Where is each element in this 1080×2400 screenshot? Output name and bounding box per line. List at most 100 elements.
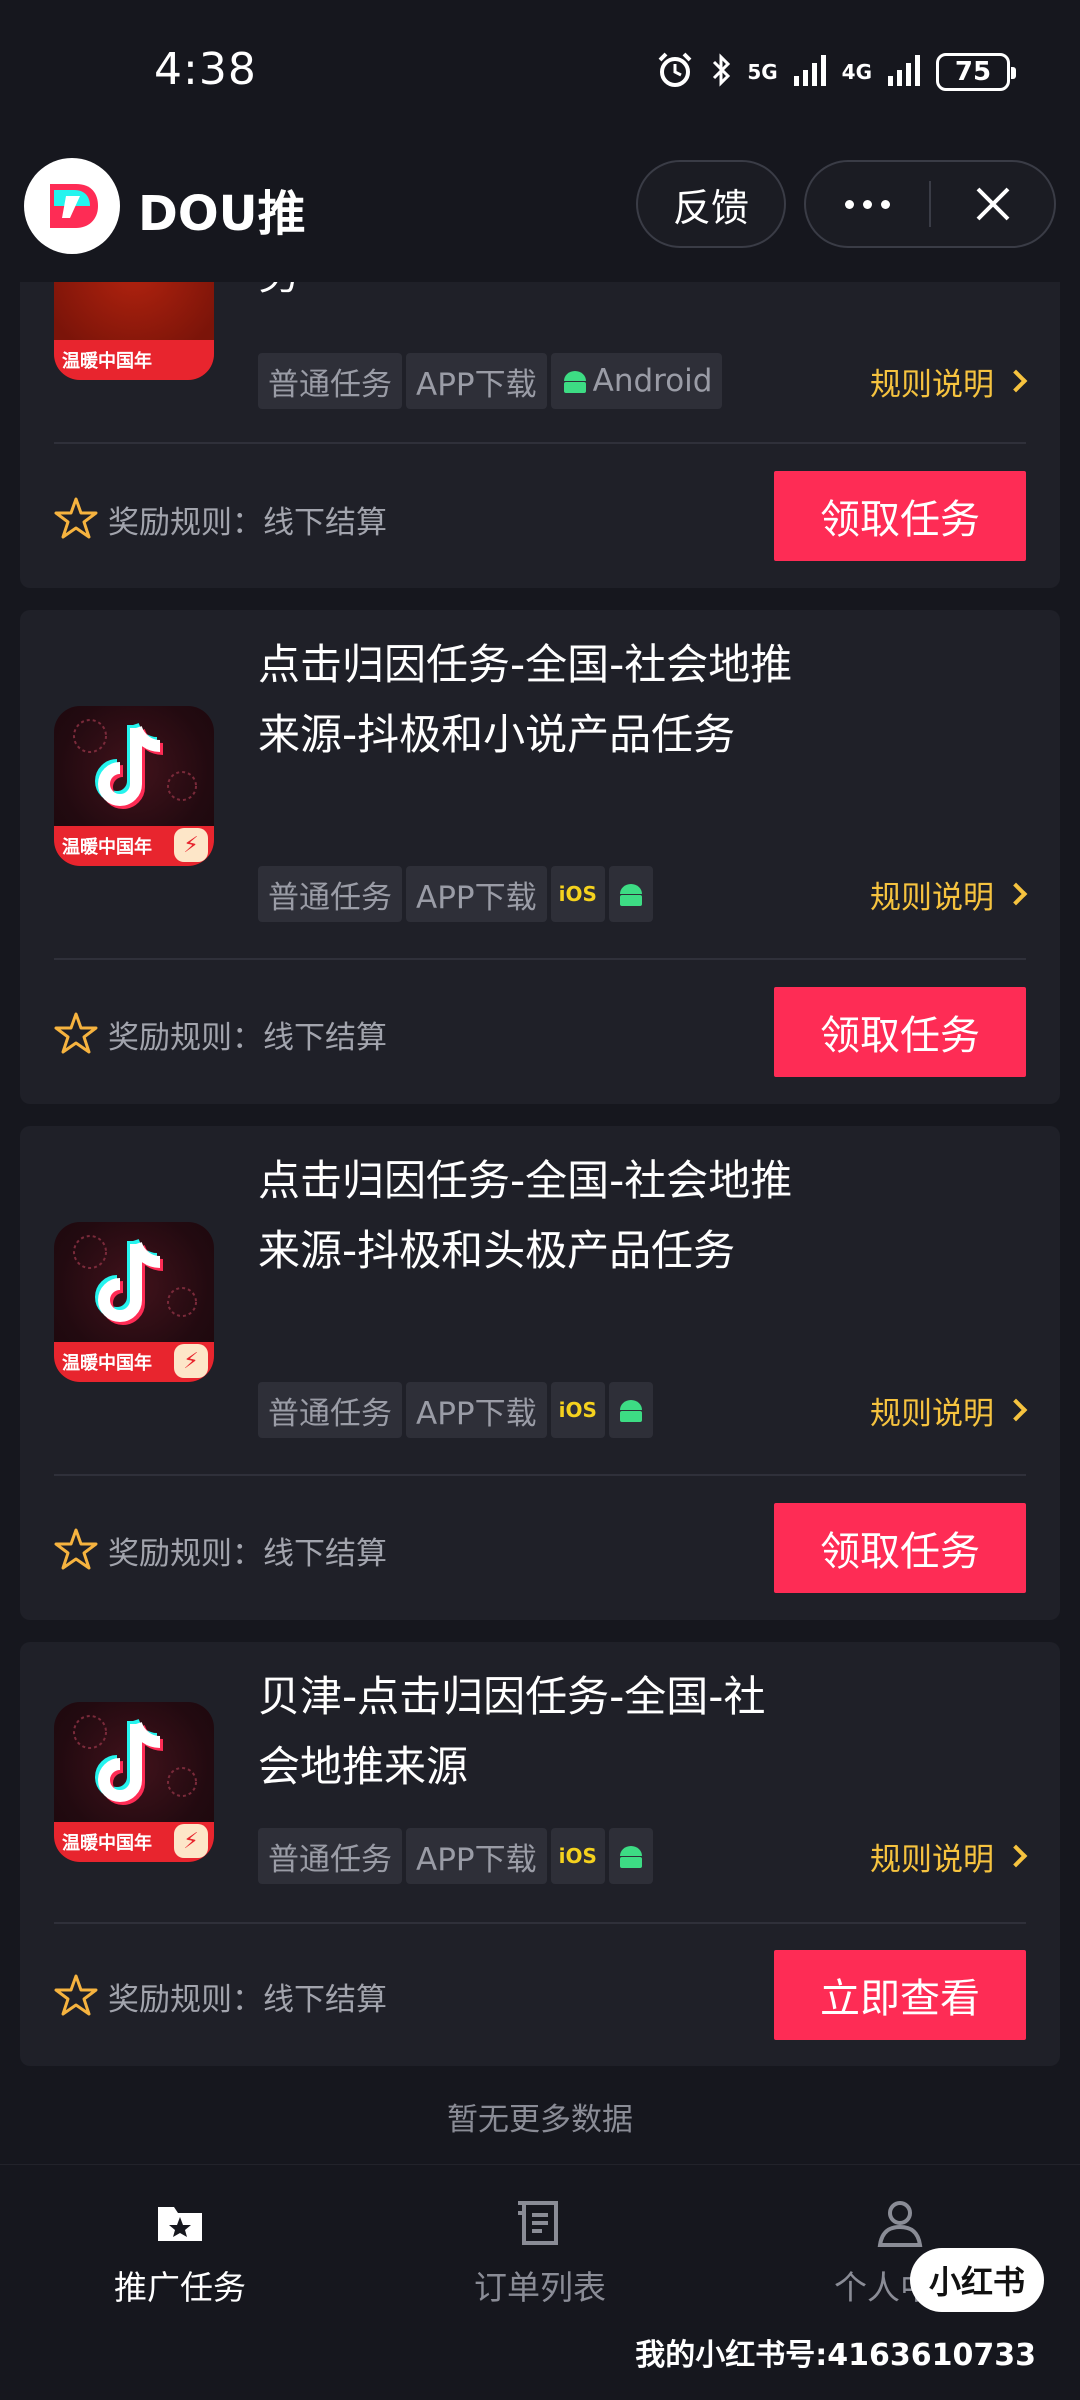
task-card: 温暖中国年 ⚡ 点击归因任务-全国-社会地推来源-抖极和小说产品任务 普通任务 … bbox=[20, 610, 1060, 1104]
bolt-icon: ⚡ bbox=[174, 1824, 208, 1858]
reward-rule: 奖励规则：线下结算 bbox=[52, 1972, 387, 2020]
folder-star-icon bbox=[158, 2207, 202, 2241]
rule-link[interactable]: 规则说明 bbox=[870, 1382, 1028, 1438]
tag-app-download: APP下载 bbox=[406, 353, 547, 409]
reward-text: 奖励规则：线下结算 bbox=[108, 504, 387, 541]
bolt-icon: ⚡ bbox=[174, 1344, 208, 1378]
douyin-logo-icon bbox=[73, 1715, 197, 1805]
tag-app-download: APP下载 bbox=[406, 866, 547, 922]
nav-item-order-list[interactable]: 订单列表 bbox=[390, 2195, 690, 2309]
tag-android bbox=[608, 1382, 653, 1438]
status-time: 4:38 bbox=[154, 44, 257, 95]
tag-task-type: 普通任务 bbox=[258, 1828, 402, 1884]
battery-level: 75 bbox=[954, 57, 992, 87]
bolt-icon: ⚡ bbox=[174, 828, 208, 862]
card-divider bbox=[54, 1922, 1026, 1924]
star-icon bbox=[54, 1528, 98, 1570]
android-icon bbox=[563, 371, 586, 393]
reward-rule: 奖励规则：线下结算 bbox=[52, 1526, 387, 1574]
star-icon bbox=[54, 497, 98, 539]
chevron-right-icon bbox=[1004, 1844, 1028, 1868]
card-divider bbox=[54, 442, 1026, 444]
ios-label: iOS bbox=[558, 1398, 597, 1422]
network-4g-label: 4G bbox=[841, 60, 872, 84]
reward-text: 奖励规则：线下结算 bbox=[108, 1019, 387, 1056]
rule-link-label: 规则说明 bbox=[870, 879, 994, 916]
task-title: 点击归因任务-全国-社会地推来源-抖极和头极产品任务 bbox=[258, 1156, 793, 1275]
app-thumbnail: 温暖中国年 ⚡ bbox=[54, 1222, 214, 1382]
app-thumbnail: 温暖中国年 ⚡ bbox=[54, 1702, 214, 1862]
order-list-icon bbox=[518, 2201, 558, 2245]
task-title: 贝津-点击归因任务-全国-社会地推来源 bbox=[258, 1672, 766, 1791]
douyin-logo-icon bbox=[73, 719, 197, 809]
claim-task-button[interactable]: 领取任务 bbox=[774, 1503, 1026, 1593]
bluetooth-icon bbox=[709, 50, 733, 94]
reward-text: 奖励规则：线下结算 bbox=[108, 1535, 387, 1572]
claim-task-button[interactable]: 领取任务 bbox=[774, 987, 1026, 1077]
network-5g-label: 5G bbox=[747, 60, 778, 84]
chevron-right-icon bbox=[1004, 1398, 1028, 1422]
app-title: DOU推 bbox=[138, 186, 306, 242]
thumb-label: 温暖中国年 bbox=[62, 351, 152, 372]
person-icon bbox=[877, 2201, 923, 2247]
tag-ios: iOS bbox=[550, 866, 605, 922]
star-icon bbox=[54, 1012, 98, 1054]
reward-rule: 奖励规则：线下结算 bbox=[52, 1010, 387, 1058]
ios-label: iOS bbox=[558, 1844, 597, 1868]
close-button[interactable] bbox=[931, 162, 1054, 246]
rule-link[interactable]: 规则说明 bbox=[870, 866, 1028, 922]
alarm-icon bbox=[655, 50, 695, 94]
android-icon bbox=[619, 1400, 642, 1422]
signal-5g-icon bbox=[792, 52, 828, 92]
rule-link-label: 规则说明 bbox=[870, 366, 994, 403]
app-logo-icon bbox=[24, 158, 120, 254]
task-title: 点击归因任务-全国-社会地推来源-抖极和小说产品任务 bbox=[258, 640, 793, 759]
thumb-label: 温暖中国年 bbox=[62, 1353, 152, 1374]
status-icons: 5G 4G 75 bbox=[655, 50, 1016, 94]
tag-task-type: 普通任务 bbox=[258, 353, 402, 409]
battery-icon: 75 bbox=[936, 53, 1016, 91]
signal-4g-icon bbox=[886, 52, 922, 92]
tag-app-download: APP下载 bbox=[406, 1828, 547, 1884]
watermark-text: 我的小红书号:4163610733 bbox=[635, 2338, 1036, 2373]
tag-task-type: 普通任务 bbox=[258, 1382, 402, 1438]
chevron-right-icon bbox=[1004, 882, 1028, 906]
thumb-label: 温暖中国年 bbox=[62, 1833, 152, 1854]
ios-label: iOS bbox=[558, 882, 597, 906]
nav-label: 推广任务 bbox=[114, 2268, 246, 2307]
task-tags: 普通任务 APP下载 iOS bbox=[258, 866, 653, 922]
chevron-right-icon bbox=[1004, 369, 1028, 393]
rule-link-label: 规则说明 bbox=[870, 1395, 994, 1432]
android-icon bbox=[619, 884, 642, 906]
watermark-logo: 小红书 bbox=[910, 2248, 1044, 2312]
more-button[interactable] bbox=[806, 162, 929, 246]
app-thumbnail: 温暖中国年 ⚡ bbox=[54, 706, 214, 866]
android-label: Android bbox=[592, 363, 713, 399]
task-card: 温暖中国年 ⚡ 贝津-点击归因任务-全国-社会地推来源 普通任务 APP下载 i… bbox=[20, 1642, 1060, 2066]
tag-android bbox=[608, 1828, 653, 1884]
screen: 4:38 5G 4G 75 DOU推 反馈 温暖中国年 普通任务 APP下载 A… bbox=[0, 0, 1080, 2400]
feedback-button[interactable]: 反馈 bbox=[636, 160, 786, 248]
tag-ios: iOS bbox=[550, 1382, 605, 1438]
nav-label: 订单列表 bbox=[474, 2268, 606, 2307]
android-icon bbox=[619, 1846, 642, 1868]
close-icon bbox=[976, 187, 1009, 221]
claim-task-button[interactable]: 领取任务 bbox=[774, 471, 1026, 561]
app-header: DOU推 反馈 bbox=[0, 150, 1080, 282]
view-now-button[interactable]: 立即查看 bbox=[774, 1950, 1026, 2040]
thumb-label: 温暖中国年 bbox=[62, 837, 152, 858]
tag-android bbox=[608, 866, 653, 922]
rule-link[interactable]: 规则说明 bbox=[870, 1828, 1028, 1884]
tag-app-download: APP下载 bbox=[406, 1382, 547, 1438]
reward-text: 奖励规则：线下结算 bbox=[108, 1981, 387, 2018]
star-icon bbox=[54, 1974, 98, 2016]
tag-android: Android bbox=[550, 353, 723, 409]
list-end-text: 暂无更多数据 bbox=[447, 2102, 633, 2138]
tag-task-type: 普通任务 bbox=[258, 866, 402, 922]
douyin-logo-icon bbox=[73, 1235, 197, 1325]
rule-link[interactable]: 规则说明 bbox=[870, 353, 1028, 409]
card-divider bbox=[54, 1474, 1026, 1476]
nav-item-promotion-tasks[interactable]: 推广任务 bbox=[30, 2195, 330, 2309]
mini-program-capsule bbox=[804, 160, 1056, 248]
task-card: 温暖中国年 ⚡ 点击归因任务-全国-社会地推来源-抖极和头极产品任务 普通任务 … bbox=[20, 1126, 1060, 1620]
